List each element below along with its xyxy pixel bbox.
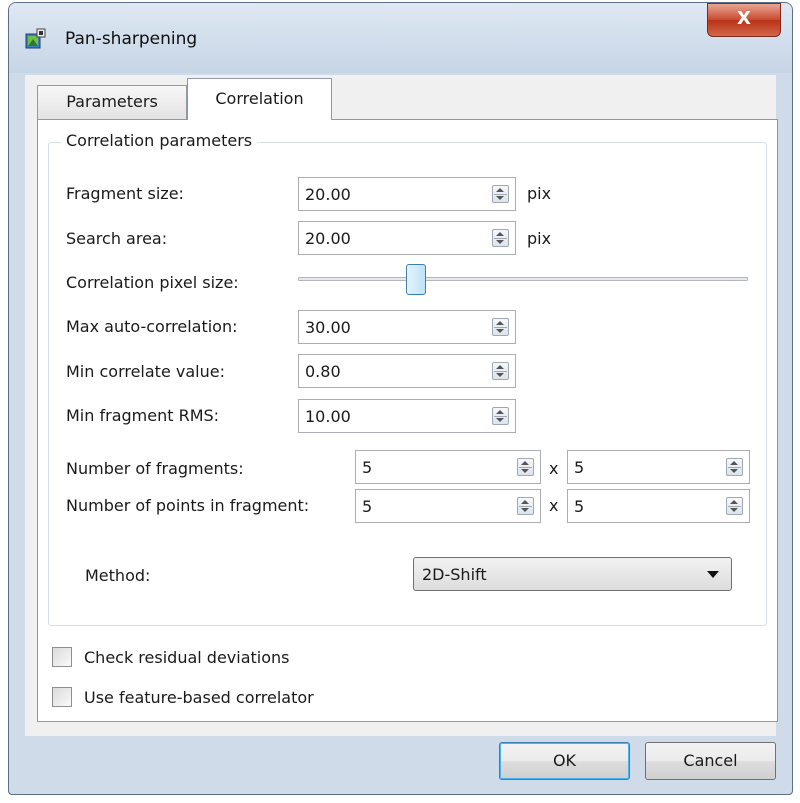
group-title: Correlation parameters xyxy=(61,131,258,150)
tab-parameters[interactable]: Parameters xyxy=(37,85,187,119)
max-auto-correlation-value: 30.00 xyxy=(305,318,351,337)
method-label: Method: xyxy=(85,566,151,585)
close-button[interactable]: X xyxy=(707,3,781,37)
search-area-unit: pix xyxy=(527,229,552,248)
tab-parameters-label: Parameters xyxy=(66,92,158,111)
tab-correlation[interactable]: Correlation xyxy=(187,78,332,120)
fragment-size-spin-buttons[interactable] xyxy=(492,185,509,203)
min-fragment-rms-spin-buttons[interactable] xyxy=(492,407,509,425)
search-area-label: Search area: xyxy=(66,229,168,248)
number-of-fragments-y-value: 5 xyxy=(574,458,585,477)
number-of-fragments-x-input[interactable]: 5 xyxy=(355,450,541,484)
cancel-button-label: Cancel xyxy=(683,751,738,770)
correlation-pixel-size-label: Correlation pixel size: xyxy=(66,273,239,292)
min-correlate-value-input[interactable]: 0.80 xyxy=(298,354,516,388)
min-fragment-rms-value: 10.00 xyxy=(305,407,351,426)
fragment-size-unit: pix xyxy=(527,184,552,203)
correlation-pixel-size-slider-thumb[interactable] xyxy=(406,264,426,295)
method-selected-value: 2D-Shift xyxy=(422,565,487,584)
points-in-fragment-y-spin-buttons[interactable] xyxy=(726,497,743,515)
number-of-fragments-y-input[interactable]: 5 xyxy=(567,450,750,484)
check-residual-deviations-checkbox[interactable] xyxy=(52,647,72,667)
min-correlate-value-label: Min correlate value: xyxy=(66,362,225,381)
cancel-button[interactable]: Cancel xyxy=(645,742,776,780)
search-area-spin-buttons[interactable] xyxy=(492,229,509,247)
correlation-pixel-size-slider-track[interactable] xyxy=(298,277,748,281)
search-area-value: 20.00 xyxy=(305,229,351,248)
number-of-fragments-x-value: 5 xyxy=(362,458,373,477)
search-area-input[interactable]: 20.00 xyxy=(298,221,516,255)
points-in-fragment-separator: x xyxy=(549,496,559,515)
min-fragment-rms-label: Min fragment RMS: xyxy=(66,406,220,425)
check-residual-deviations-label[interactable]: Check residual deviations xyxy=(84,648,290,667)
ok-button-label: OK xyxy=(552,751,577,770)
fragment-size-input[interactable]: 20.00 xyxy=(298,177,516,211)
points-in-fragment-x-input[interactable]: 5 xyxy=(355,489,541,523)
max-auto-correlation-spin-buttons[interactable] xyxy=(492,318,509,336)
window-title: Pan-sharpening xyxy=(65,29,198,49)
min-correlate-value-value: 0.80 xyxy=(305,362,341,381)
pan-sharpening-app-icon xyxy=(25,28,46,49)
fragment-size-value: 20.00 xyxy=(305,185,351,204)
points-in-fragment-x-value: 5 xyxy=(362,497,373,516)
method-dropdown[interactable]: 2D-Shift xyxy=(413,557,732,591)
max-auto-correlation-input[interactable]: 30.00 xyxy=(298,310,516,344)
number-of-fragments-separator: x xyxy=(549,459,559,478)
close-icon: X xyxy=(737,8,751,29)
chevron-down-icon xyxy=(707,571,719,578)
ok-button[interactable]: OK xyxy=(499,742,630,780)
max-auto-correlation-label: Max auto-correlation: xyxy=(66,317,238,336)
number-of-fragments-label: Number of fragments: xyxy=(66,459,244,478)
fragment-size-label: Fragment size: xyxy=(66,184,184,203)
points-in-fragment-y-input[interactable]: 5 xyxy=(567,489,750,523)
use-feature-based-correlator-label[interactable]: Use feature-based correlator xyxy=(84,688,314,707)
number-of-fragments-x-spin-buttons[interactable] xyxy=(517,458,534,476)
use-feature-based-correlator-checkbox[interactable] xyxy=(52,687,72,707)
points-in-fragment-x-spin-buttons[interactable] xyxy=(517,497,534,515)
min-correlate-value-spin-buttons[interactable] xyxy=(492,362,509,380)
number-of-fragments-y-spin-buttons[interactable] xyxy=(726,458,743,476)
points-in-fragment-y-value: 5 xyxy=(574,497,585,516)
points-in-fragment-label: Number of points in fragment: xyxy=(66,496,310,515)
tab-correlation-label: Correlation xyxy=(215,89,304,108)
min-fragment-rms-input[interactable]: 10.00 xyxy=(298,399,516,433)
